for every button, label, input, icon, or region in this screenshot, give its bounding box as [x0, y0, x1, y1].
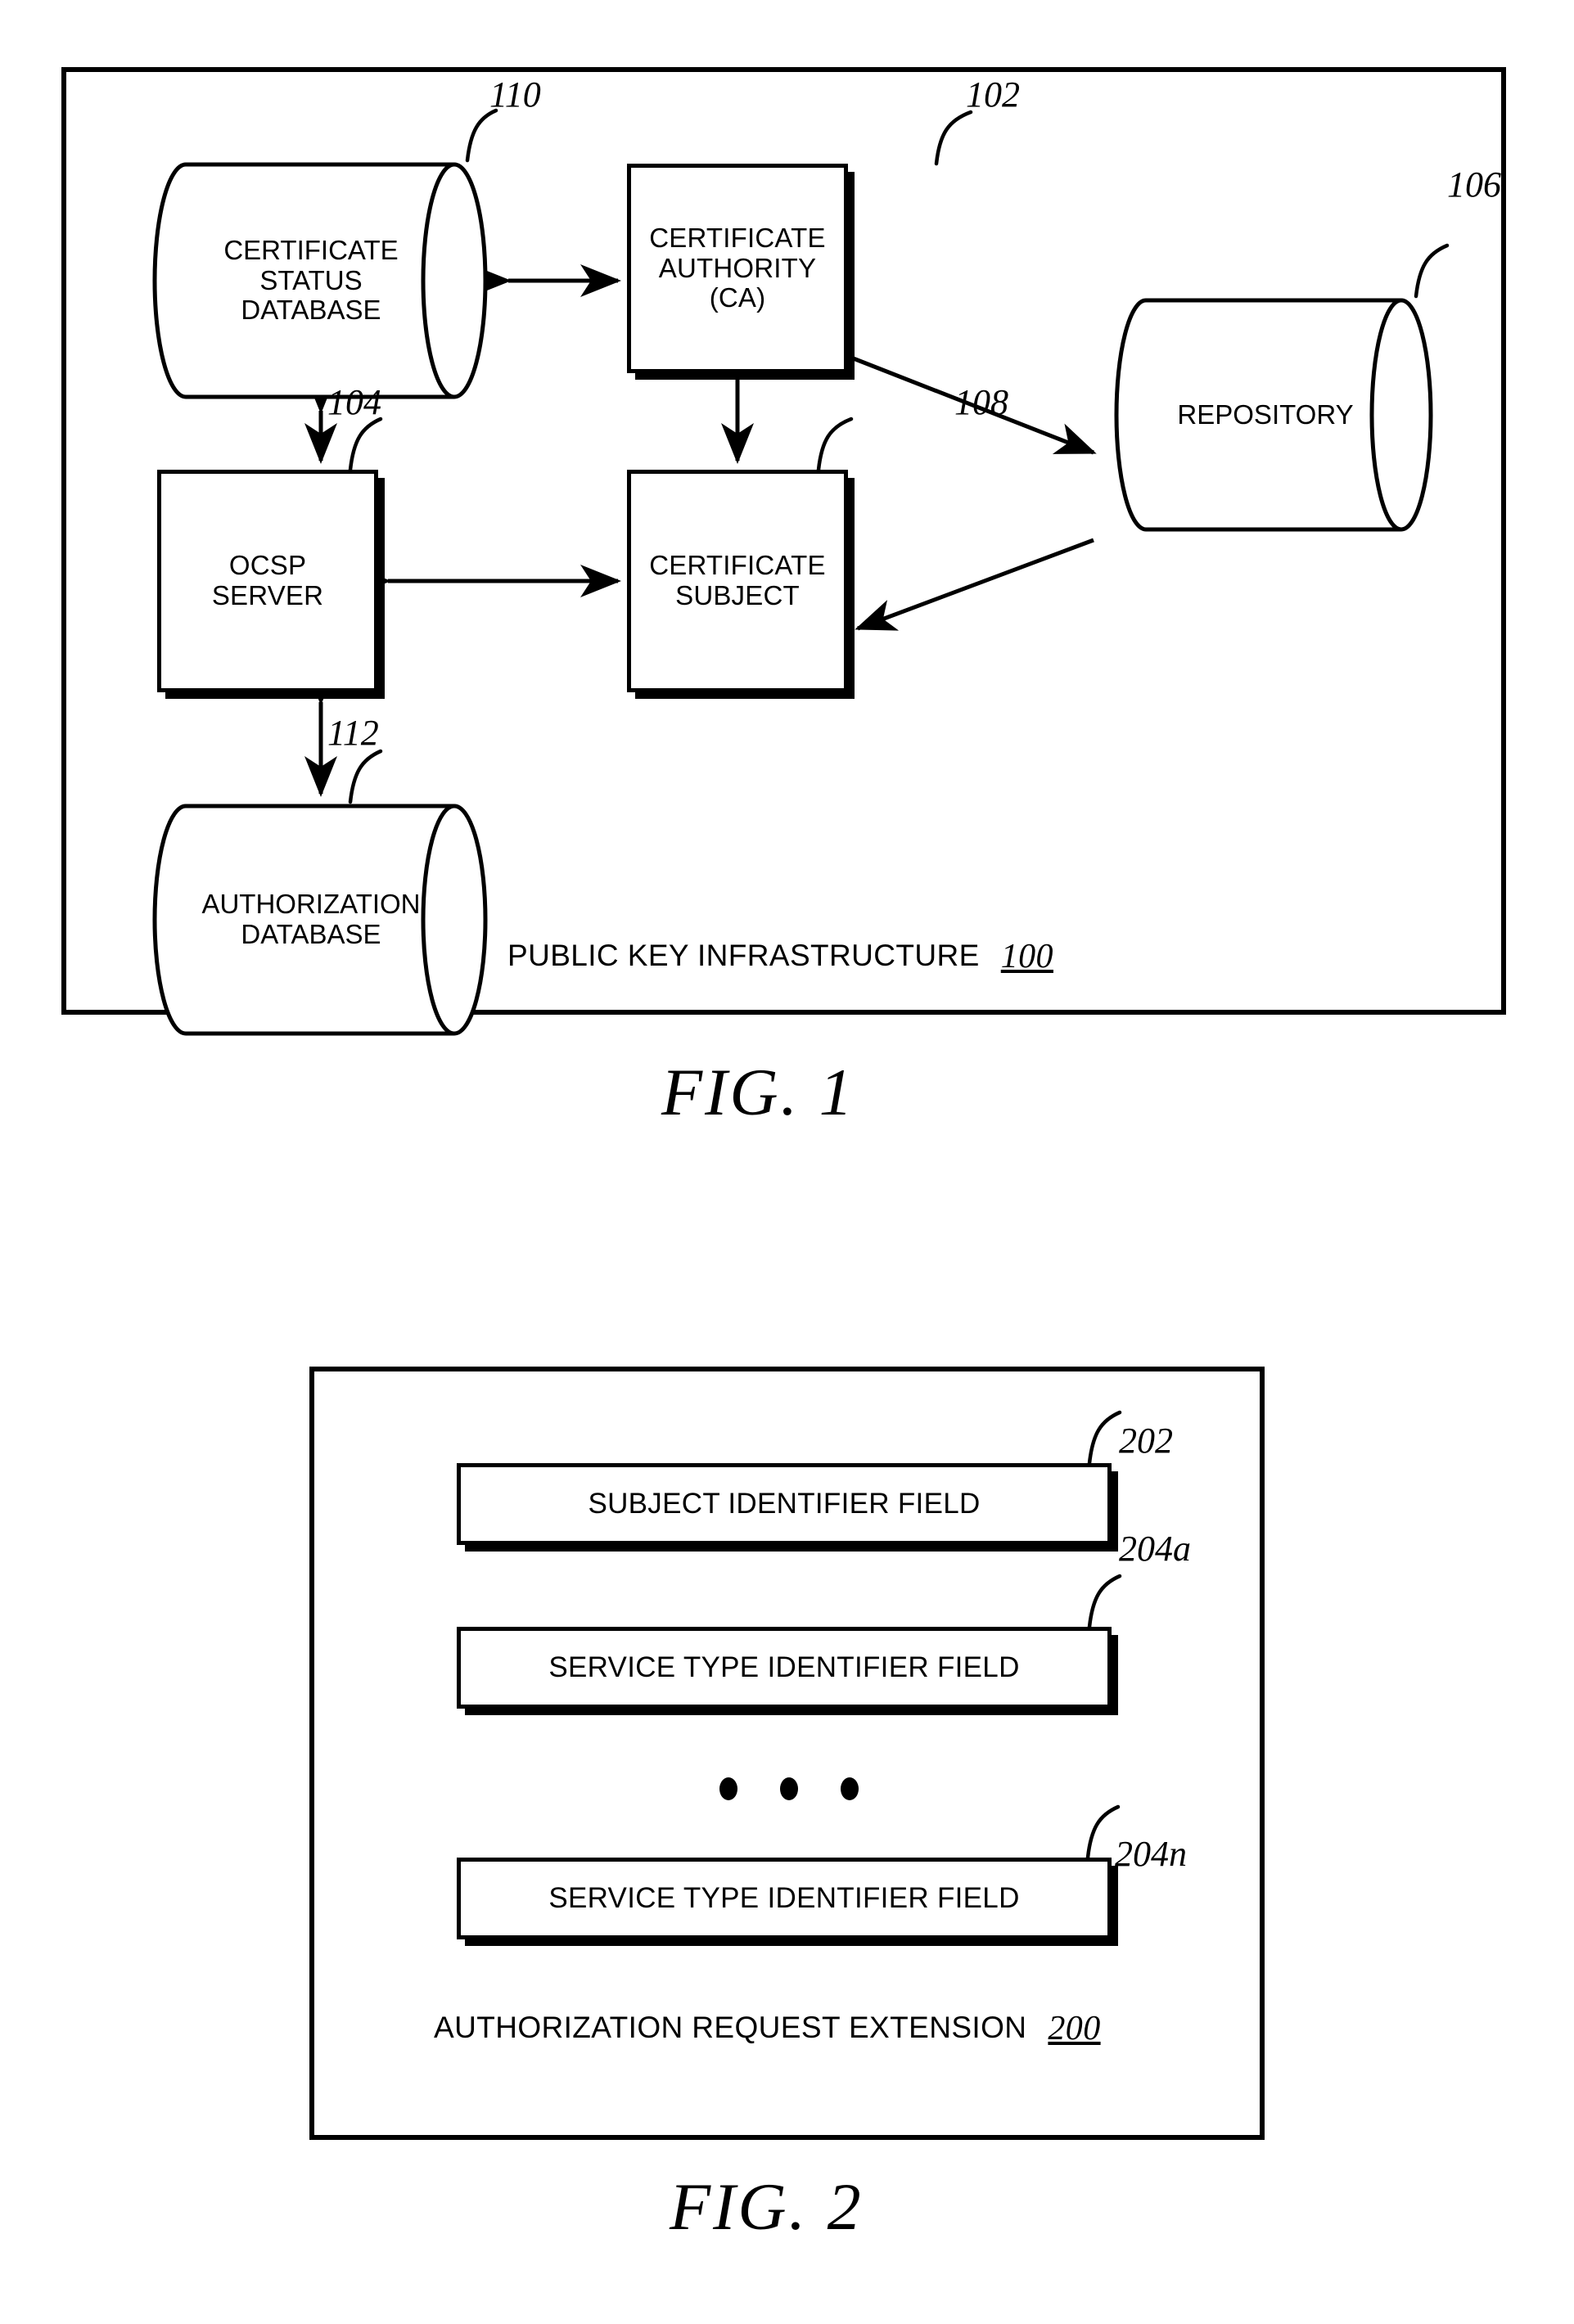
ref-numeral-204n: 204n: [1115, 1834, 1187, 1874]
figure-2-title: FIG. 2: [670, 2169, 864, 2244]
node-label: AUTHORIZATION DATABASE: [201, 889, 421, 949]
node-authorization-database[interactable]: AUTHORIZATION DATABASE: [143, 802, 497, 1038]
node-label: CERTIFICATE STATUS DATABASE: [223, 234, 399, 326]
node-repository[interactable]: REPOSITORY: [1107, 296, 1442, 534]
ref-numeral-104: 104: [327, 382, 381, 422]
ref-numeral-106: 106: [1447, 164, 1501, 205]
field-label: SERVICE TYPE IDENTIFIER FIELD: [548, 1882, 1020, 1914]
ref-numeral-202: 202: [1119, 1421, 1173, 1461]
field-label: SERVICE TYPE IDENTIFIER FIELD: [548, 1651, 1020, 1683]
figure-1-caption-text: PUBLIC KEY INFRASTRUCTURE: [507, 939, 980, 972]
ellipsis-dot: [841, 1777, 859, 1800]
ellipsis-dot: [719, 1777, 737, 1800]
ellipsis-indicator: [719, 1777, 859, 1800]
ref-numeral-108: 108: [954, 382, 1008, 422]
node-label: CERTIFICATE AUTHORITY (CA): [649, 222, 826, 313]
node-label: CERTIFICATE SUBJECT: [649, 550, 826, 610]
node-ocsp-server[interactable]: OCSP SERVER: [157, 470, 378, 692]
node-label: REPOSITORY: [1177, 399, 1354, 430]
field-subject-identifier[interactable]: SUBJECT IDENTIFIER FIELD: [457, 1463, 1112, 1545]
ref-numeral-110: 110: [489, 74, 541, 115]
figure-2-caption-text: AUTHORIZATION REQUEST EXTENSION: [434, 2011, 1027, 2044]
field-label: SUBJECT IDENTIFIER FIELD: [588, 1488, 981, 1520]
ref-numeral-112: 112: [327, 713, 379, 753]
node-certificate-authority[interactable]: CERTIFICATE AUTHORITY (CA): [627, 164, 848, 373]
figure-2-frame-caption: AUTHORIZATION REQUEST EXTENSION 200: [434, 2009, 1101, 2048]
figure-2-caption-ref: 200: [1048, 2010, 1101, 2047]
node-certificate-status-database[interactable]: CERTIFICATE STATUS DATABASE: [143, 160, 497, 401]
field-service-type-identifier-a[interactable]: SERVICE TYPE IDENTIFIER FIELD: [457, 1627, 1112, 1709]
ref-numeral-204a: 204a: [1119, 1529, 1191, 1569]
ref-numeral-102: 102: [966, 74, 1020, 115]
node-certificate-subject[interactable]: CERTIFICATE SUBJECT: [627, 470, 848, 692]
figure-1-frame-caption: PUBLIC KEY INFRASTRUCTURE 100: [507, 937, 1053, 976]
ellipsis-dot: [780, 1777, 798, 1800]
figure-1-caption-ref: 100: [1000, 938, 1053, 975]
figure-1-title: FIG. 1: [661, 1055, 855, 1129]
node-label: OCSP SERVER: [211, 550, 324, 610]
field-service-type-identifier-n[interactable]: SERVICE TYPE IDENTIFIER FIELD: [457, 1858, 1112, 1939]
